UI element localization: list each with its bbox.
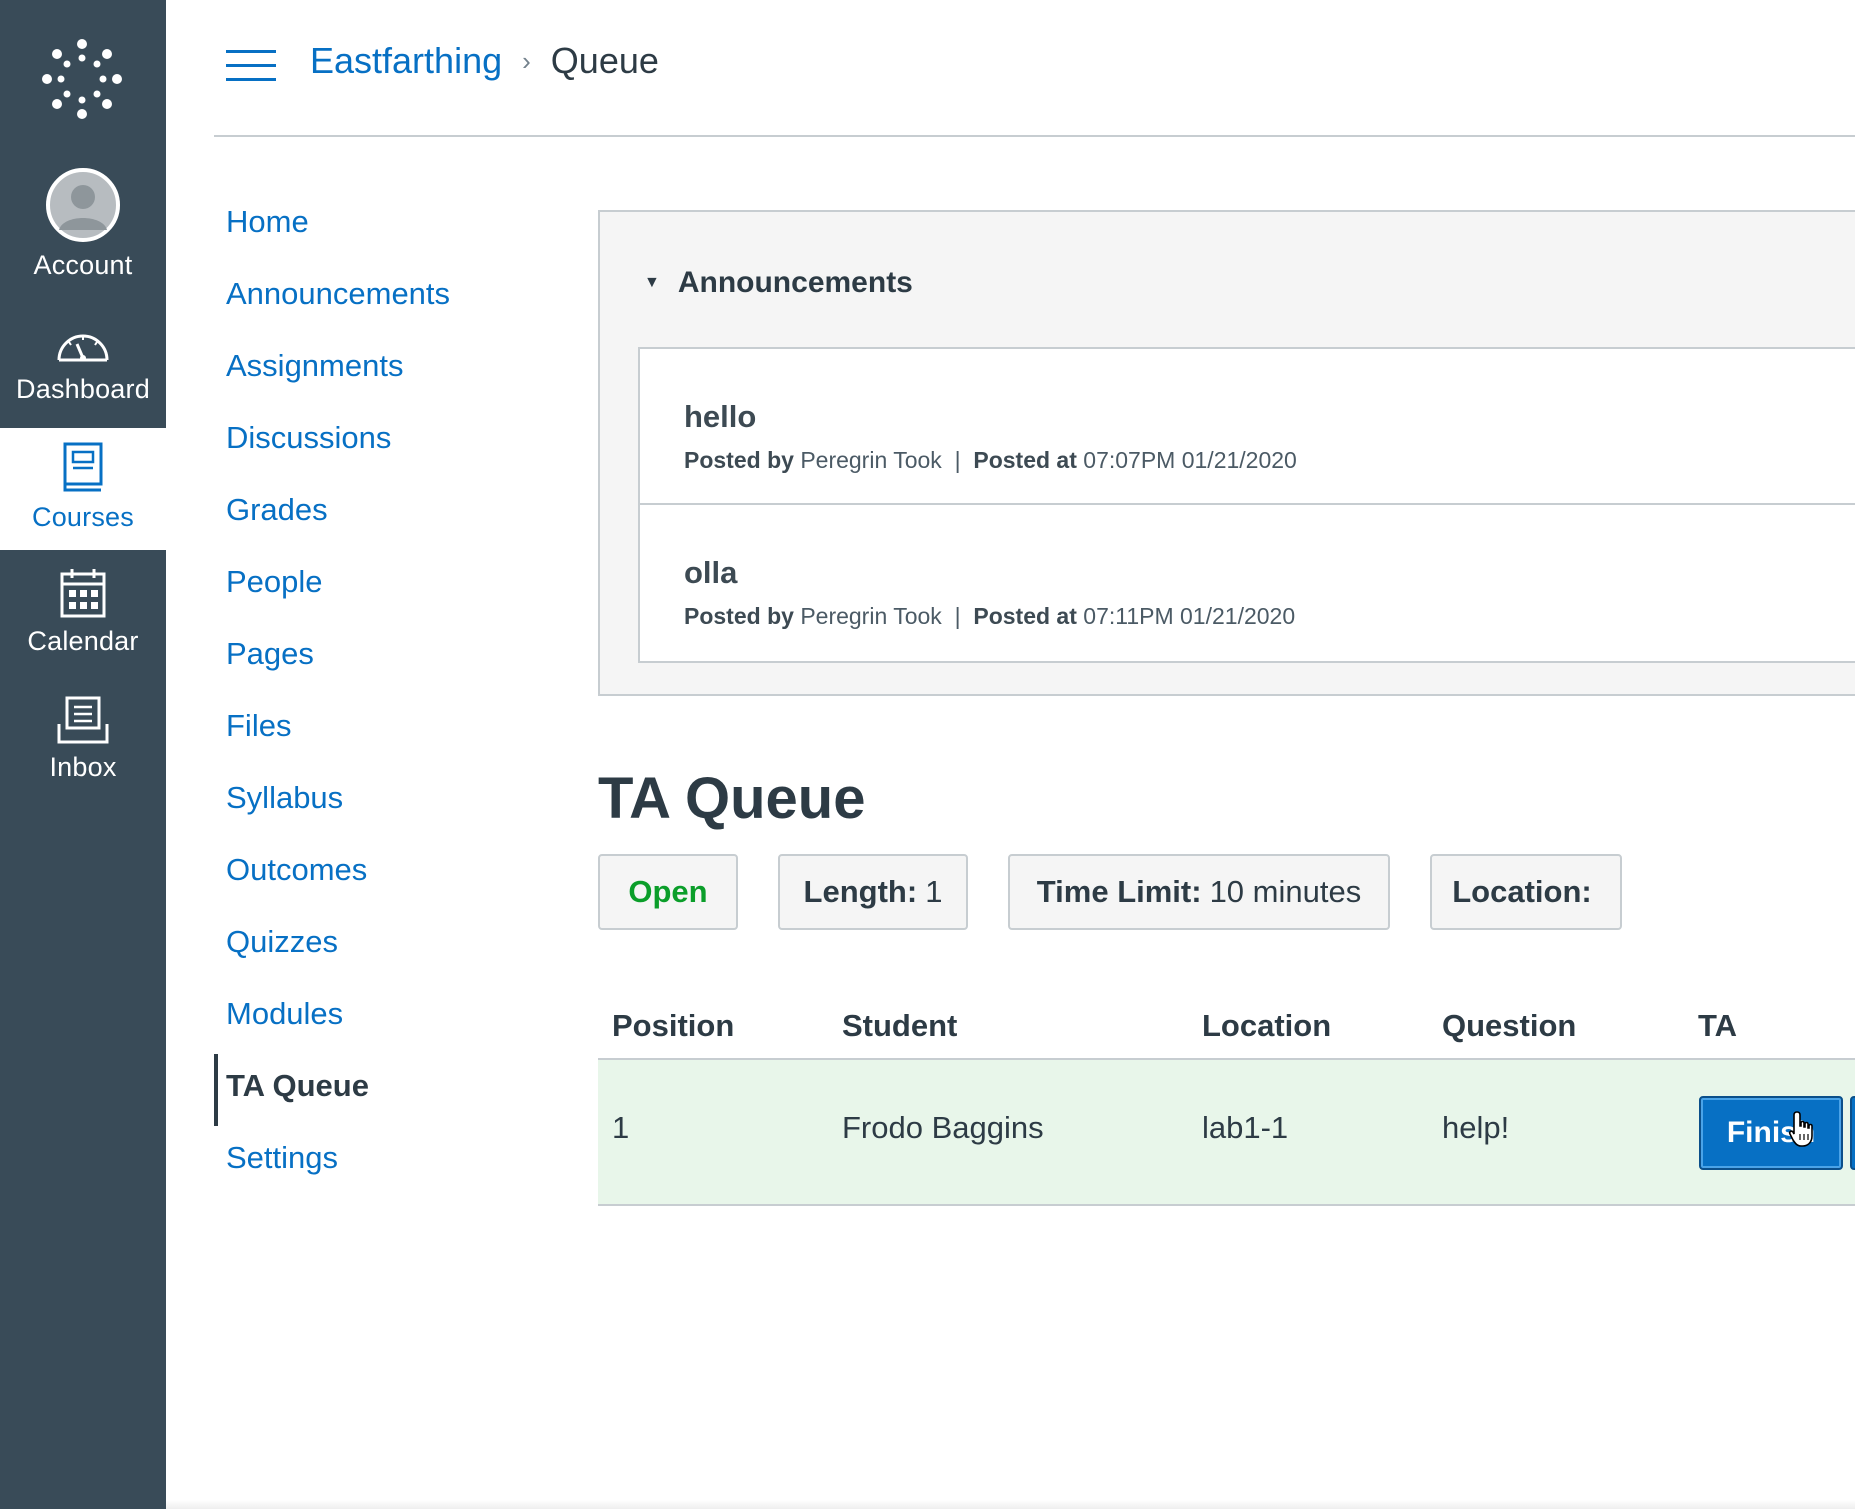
announcements-heading: Announcements [677, 266, 913, 299]
announcement-author: Peregrin Took [800, 447, 942, 473]
global-nav-courses[interactable]: Courses [0, 428, 166, 550]
global-nav-dashboard[interactable]: Dashboard [0, 300, 166, 422]
announcement-time: 07:11PM 01/21/2020 [1083, 603, 1296, 629]
avatar-icon [46, 168, 120, 242]
inbox-icon [57, 678, 109, 744]
global-nav-inbox-label: Inbox [49, 752, 117, 782]
calendar-icon [60, 552, 106, 618]
hamburger-menu-icon[interactable] [226, 50, 276, 84]
announcement-meta: Posted by Peregrin Took | Posted at 07:0… [684, 447, 1855, 474]
column-header-position: Position [612, 1008, 735, 1043]
queue-time-limit-value: 10 minutes [1209, 874, 1362, 909]
caret-down-icon: ▼ [644, 274, 660, 291]
announcement-author: Peregrin Took [800, 603, 942, 629]
queue-location-label: Location: [1452, 874, 1592, 909]
bottom-divider [166, 1500, 1855, 1509]
hand-cursor-icon [1788, 1111, 1813, 1147]
row-question: help! [1442, 1110, 1510, 1145]
global-nav-dashboard-label: Dashboard [16, 374, 150, 404]
queue-table: Position Student Location Question TA 1 … [598, 990, 1855, 1206]
global-nav-calendar[interactable]: Calendar [0, 552, 166, 674]
global-nav-account[interactable]: Account [0, 168, 166, 298]
course-nav-assignments[interactable]: Assignments [214, 334, 534, 406]
announcements-toggle[interactable]: ▼ Announcements [644, 266, 913, 300]
meta-separator: | [954, 603, 961, 629]
course-nav-ta-queue[interactable]: TA Queue [214, 1054, 534, 1126]
page-header: Eastfarthing › Queue [214, 0, 1855, 137]
breadcrumb-course-link[interactable]: Eastfarthing [310, 40, 502, 82]
queue-length-label: Length: [803, 874, 918, 909]
queue-length-value: 1 [925, 874, 943, 909]
course-nav-syllabus[interactable]: Syllabus [214, 766, 534, 838]
queue-location-badge: Location: [1430, 854, 1622, 930]
posted-at-label: Posted at [973, 447, 1077, 473]
course-nav-settings[interactable]: Settings [214, 1126, 534, 1198]
speedometer-icon [55, 300, 111, 366]
page-title: TA Queue [598, 766, 866, 831]
global-nav-inbox[interactable]: Inbox [0, 678, 166, 800]
course-nav-discussions[interactable]: Discussions [214, 406, 534, 478]
queue-time-limit-badge: Time Limit: 10 minutes [1008, 854, 1390, 930]
announcement-time: 07:07PM 01/21/2020 [1083, 447, 1297, 473]
announcement-item[interactable]: olla Posted by Peregrin Took | Posted at… [640, 505, 1855, 661]
global-nav-calendar-label: Calendar [27, 626, 139, 656]
queue-time-limit-label: Time Limit: [1036, 874, 1202, 909]
breadcrumb: Eastfarthing › Queue [310, 40, 659, 82]
row-action-button[interactable] [1850, 1096, 1855, 1170]
announcement-title: hello [684, 399, 757, 434]
column-header-location: Location [1202, 1008, 1332, 1043]
course-nav-grades[interactable]: Grades [214, 478, 534, 550]
course-nav-pages[interactable]: Pages [214, 622, 534, 694]
table-row: 1 Frodo Baggins lab1-1 help! Finish [598, 1060, 1855, 1206]
finish-button[interactable]: Finish [1699, 1096, 1843, 1170]
breadcrumb-current: Queue [550, 40, 659, 81]
global-nav-account-label: Account [33, 250, 133, 280]
canvas-logo-icon[interactable] [32, 34, 132, 124]
posted-at-label: Posted at [973, 603, 1077, 629]
queue-length-badge: Length: 1 [778, 854, 968, 930]
table-header-row: Position Student Location Question TA [598, 990, 1855, 1060]
course-nav-home[interactable]: Home [214, 190, 534, 262]
posted-by-label: Posted by [684, 603, 794, 629]
course-nav-modules[interactable]: Modules [214, 982, 534, 1054]
posted-by-label: Posted by [684, 447, 794, 473]
queue-status: Open [628, 874, 708, 909]
global-nav-courses-label: Courses [32, 502, 134, 532]
row-student: Frodo Baggins [842, 1110, 1044, 1145]
row-location: lab1-1 [1202, 1110, 1289, 1145]
queue-status-badge: Open [598, 854, 738, 930]
global-nav: Account Dashboard Courses Calendar Inbox [0, 0, 166, 1509]
announcement-item[interactable]: hello Posted by Peregrin Took | Posted a… [640, 349, 1855, 505]
course-nav-announcements[interactable]: Announcements [214, 262, 534, 334]
course-nav-quizzes[interactable]: Quizzes [214, 910, 534, 982]
breadcrumb-chevron-icon: › [522, 45, 531, 76]
course-nav-people[interactable]: People [214, 550, 534, 622]
column-header-student: Student [842, 1008, 958, 1043]
announcements-panel: ▼ Announcements hello Posted by Peregrin… [598, 210, 1855, 696]
course-nav-files[interactable]: Files [214, 694, 534, 766]
announcement-title: olla [684, 555, 738, 590]
book-icon [61, 428, 105, 494]
announcements-list: hello Posted by Peregrin Took | Posted a… [638, 347, 1855, 663]
column-header-question: Question [1442, 1008, 1577, 1043]
row-position: 1 [612, 1110, 630, 1145]
column-header-ta: TA [1698, 1008, 1738, 1043]
course-nav: Home Announcements Assignments Discussio… [214, 190, 534, 1198]
announcement-meta: Posted by Peregrin Took | Posted at 07:1… [684, 603, 1855, 630]
meta-separator: | [954, 447, 961, 473]
course-nav-outcomes[interactable]: Outcomes [214, 838, 534, 910]
